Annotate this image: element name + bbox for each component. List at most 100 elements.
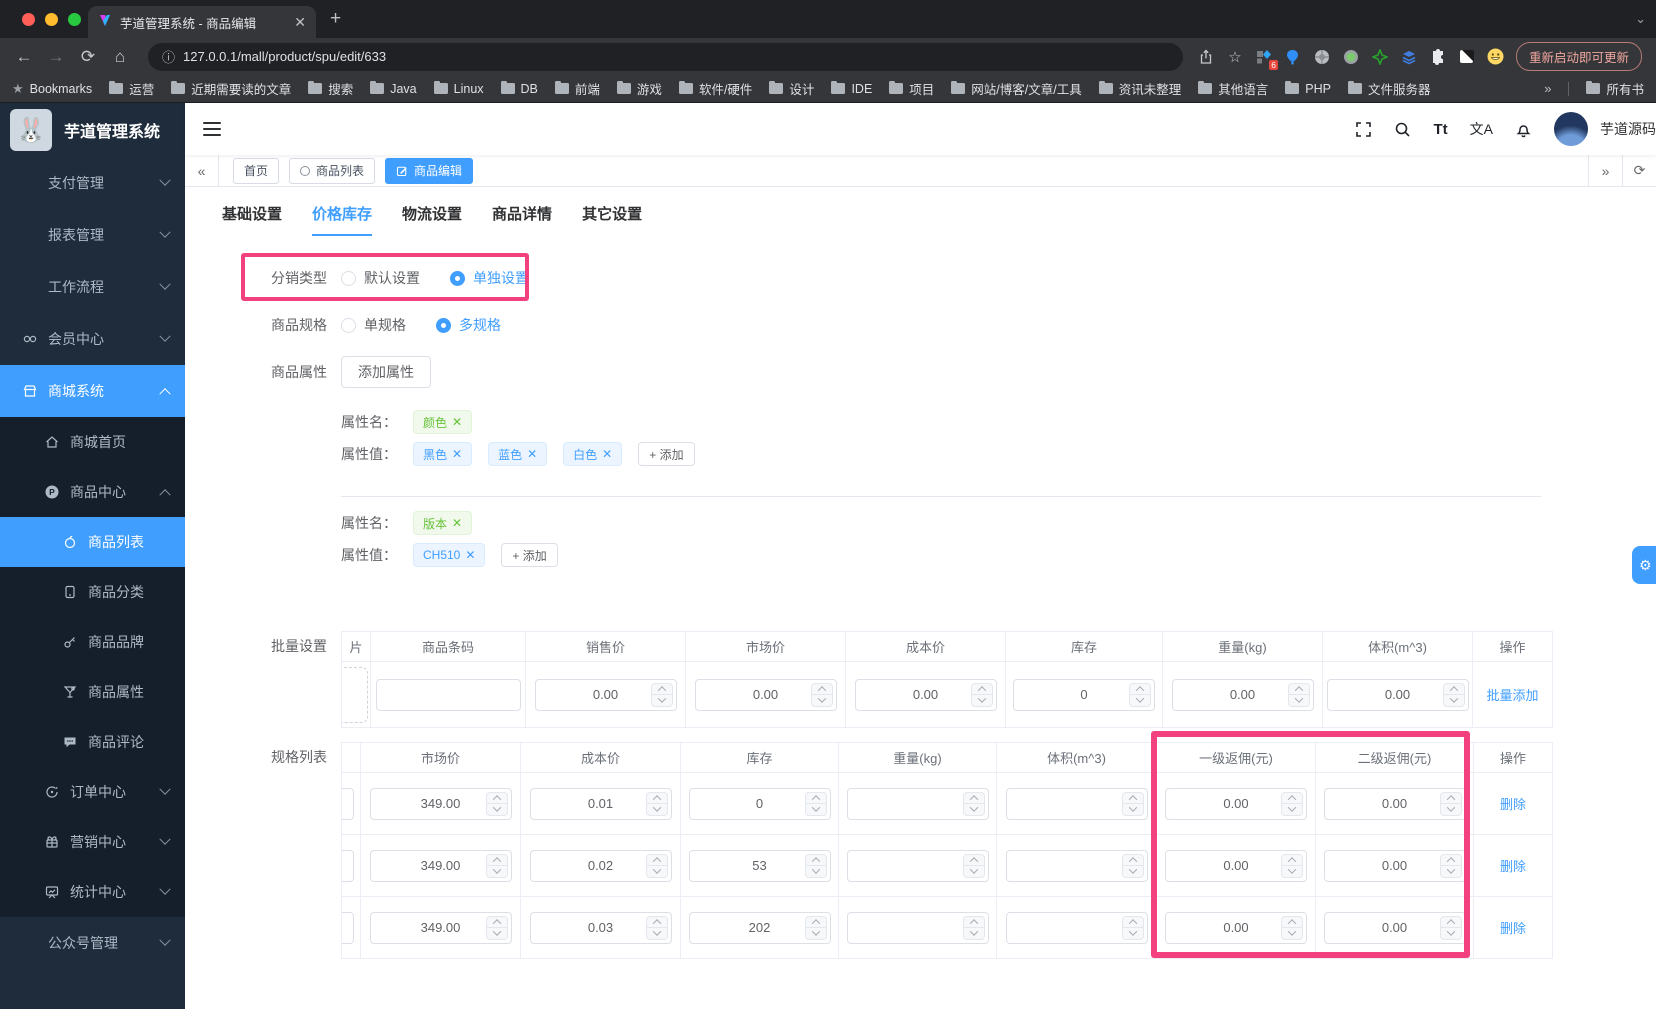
bookmark-folder[interactable]: 文件服务器 [1347, 79, 1430, 98]
reload-icon[interactable]: ⟳ [74, 47, 102, 67]
close-window-button[interactable] [22, 12, 35, 26]
restart-update-button[interactable]: 重新启动即可更新 [1515, 42, 1642, 71]
extension-circle-icon[interactable] [1342, 48, 1360, 66]
close-icon[interactable]: ✕ [452, 516, 462, 530]
cost-price-input[interactable]: 0.00 [854, 678, 997, 711]
extension-star-icon[interactable] [1371, 48, 1389, 66]
commission-l1-input[interactable]: 0.00 [1165, 787, 1307, 820]
number-stepper[interactable] [1121, 853, 1144, 878]
batch-add-link[interactable]: 批量添加 [1486, 688, 1538, 703]
commission-l1-input[interactable]: 0.00 [1165, 849, 1307, 882]
number-stepper[interactable] [645, 853, 668, 878]
radio-individual-setting[interactable]: 单独设置 [450, 268, 529, 288]
number-stepper[interactable] [1129, 682, 1151, 707]
sidebar-item-report[interactable]: 报表管理 [0, 209, 185, 261]
notification-bell-icon[interactable] [1515, 121, 1532, 138]
radio-single-spec[interactable]: 单规格 [341, 315, 406, 335]
bookmark-folder[interactable]: 软件/硬件 [678, 79, 752, 98]
font-size-icon[interactable]: Tt [1433, 121, 1447, 138]
back-icon[interactable]: ← [10, 47, 38, 67]
attr-value-tag[interactable]: 黑色 ✕ [413, 442, 473, 466]
market-price-input[interactable]: 349.00 [369, 911, 512, 944]
stock-input[interactable]: 53 [688, 849, 831, 882]
number-stepper[interactable] [645, 915, 668, 940]
bookmark-folder[interactable]: 运营 [109, 79, 154, 98]
add-attribute-button[interactable]: 添加属性 [341, 356, 431, 388]
number-stepper[interactable] [1121, 915, 1144, 940]
attr-name-tag[interactable]: 颜色 ✕ [413, 410, 473, 434]
user-name[interactable]: 芋道源码 [1600, 119, 1656, 139]
bookmark-folder[interactable]: PHP [1285, 80, 1331, 96]
close-icon[interactable]: ✕ [602, 447, 612, 461]
add-value-button[interactable]: + 添加 [501, 543, 558, 567]
extension-layers-icon[interactable] [1400, 48, 1418, 66]
all-bookmarks[interactable]: 所有书 [1586, 79, 1644, 98]
sidebar-item-product-attribute[interactable]: 商品属性 [0, 667, 185, 717]
sidebar-item-mall-system[interactable]: 商城系统 [0, 365, 185, 417]
number-stepper[interactable] [962, 853, 985, 878]
tab-close-icon[interactable]: ✕ [294, 14, 306, 31]
locale-icon[interactable]: 文A [1470, 119, 1493, 139]
tab-other-settings[interactable]: 其它设置 [582, 203, 642, 236]
number-stepper[interactable] [804, 915, 827, 940]
volume-input[interactable] [1005, 911, 1148, 944]
number-stepper[interactable] [962, 915, 985, 940]
number-stepper[interactable] [485, 853, 508, 878]
minimize-window-button[interactable] [45, 12, 58, 26]
tags-scroll-left-icon[interactable]: « [185, 154, 219, 187]
close-icon[interactable]: ✕ [452, 447, 462, 461]
stock-input[interactable]: 0 [688, 787, 831, 820]
sidebar-item-marketing-center[interactable]: 营销中心 [0, 817, 185, 867]
sidebar-item-product-comment[interactable]: 商品评论 [0, 717, 185, 767]
zoom-window-button[interactable] [68, 12, 81, 26]
delete-row-link[interactable]: 删除 [1500, 921, 1526, 936]
number-stepper[interactable] [804, 791, 827, 816]
number-stepper[interactable] [810, 682, 833, 707]
volume-input[interactable] [1005, 849, 1148, 882]
bookmark-folder[interactable]: 游戏 [616, 79, 662, 98]
close-icon[interactable]: ✕ [465, 548, 475, 562]
cost-price-input[interactable]: 0.02 [529, 849, 672, 882]
number-stepper[interactable] [1281, 791, 1303, 816]
sidebar-item-official-account[interactable]: 公众号管理 [0, 917, 185, 969]
bookmark-folder[interactable]: IDE [831, 80, 872, 96]
add-value-button[interactable]: + 添加 [638, 442, 695, 466]
address-bar[interactable]: ⓘ 127.0.0.1/mall/product/spu/edit/633 [148, 42, 1183, 71]
bookmark-folder[interactable]: 搜索 [308, 79, 353, 98]
bookmark-star-icon[interactable]: ☆ [1226, 48, 1244, 66]
site-info-icon[interactable]: ⓘ [162, 47, 175, 66]
sale-price-input[interactable]: 0.00 [534, 678, 677, 711]
attr-value-tag[interactable]: 白色 ✕ [563, 442, 623, 466]
bookmark-folder[interactable]: 其他语言 [1198, 79, 1268, 98]
bookmark-folder[interactable]: 设计 [769, 79, 814, 98]
number-stepper[interactable] [1439, 915, 1462, 940]
tag-product-list[interactable]: 商品列表 [289, 157, 376, 184]
extensions-puzzle-icon[interactable] [1429, 48, 1447, 66]
extension-balloon-icon[interactable] [1284, 48, 1302, 66]
attr-value-tag[interactable]: CH510 ✕ [413, 543, 486, 567]
number-stepper[interactable] [645, 791, 668, 816]
sidebar-item-statistics-center[interactable]: 统计中心 [0, 867, 185, 917]
number-stepper[interactable] [485, 791, 508, 816]
sidebar-item-product-center[interactable]: P 商品中心 [0, 467, 185, 517]
tab-search-chevron-icon[interactable]: ⌄ [1635, 11, 1646, 27]
market-price-input[interactable]: 0.00 [694, 678, 837, 711]
volume-input[interactable] [1005, 787, 1148, 820]
number-stepper[interactable] [804, 853, 827, 878]
collapse-sidebar-icon[interactable] [203, 122, 221, 136]
attr-value-tag[interactable]: 蓝色 ✕ [488, 442, 548, 466]
tag-home[interactable]: 首页 [233, 157, 280, 184]
extension-contrast-icon[interactable] [1458, 48, 1476, 66]
commission-l2-input[interactable]: 0.00 [1323, 787, 1466, 820]
home-icon[interactable]: ⌂ [106, 47, 134, 67]
number-stepper[interactable] [1281, 853, 1303, 878]
number-stepper[interactable] [1287, 682, 1310, 707]
weight-input[interactable]: 0.00 [1171, 678, 1314, 711]
number-stepper[interactable] [1439, 791, 1462, 816]
weight-input[interactable] [846, 911, 989, 944]
sidebar-item-payment[interactable]: 支付管理 [0, 157, 185, 209]
sidebar-item-member-center[interactable]: 会员中心 [0, 313, 185, 365]
stock-input[interactable]: 0 [1013, 678, 1155, 711]
number-stepper[interactable] [1442, 682, 1465, 707]
bookmark-folder[interactable]: 网站/博客/文章/工具 [951, 79, 1082, 98]
